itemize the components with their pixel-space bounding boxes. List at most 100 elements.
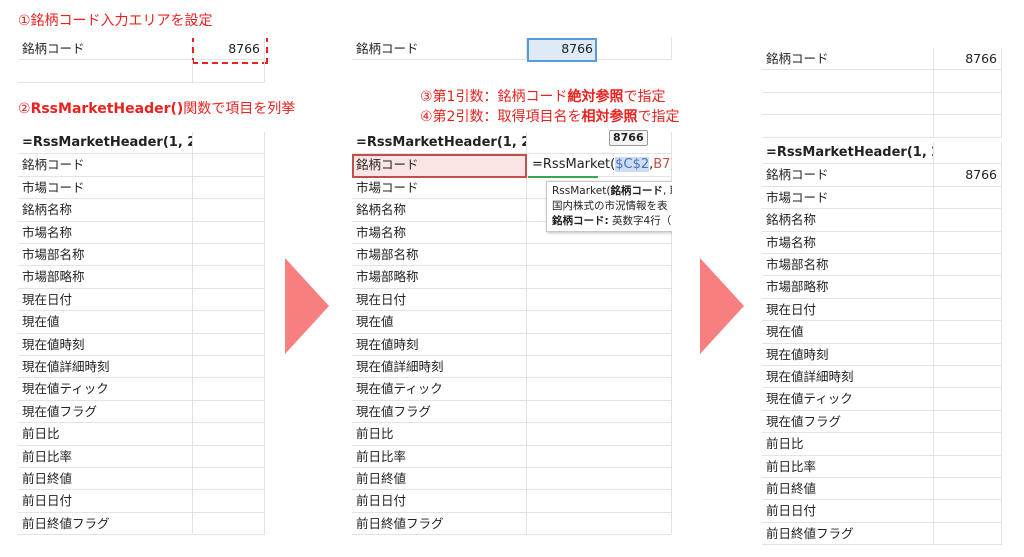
code-label-cell[interactable]: 銘柄コード <box>18 38 193 61</box>
list-item[interactable]: 前日比 <box>18 423 193 446</box>
value-cell[interactable] <box>193 490 265 513</box>
value-cell[interactable] <box>527 423 672 446</box>
header-formula-cell[interactable]: =RssMarketHeader(1, 2) <box>352 132 527 155</box>
blank-cell[interactable] <box>762 115 934 138</box>
blank-cell[interactable] <box>527 132 672 155</box>
value-cell[interactable] <box>934 410 1002 434</box>
value-cell[interactable] <box>934 343 1002 366</box>
list-item[interactable]: 前日終値 <box>18 468 193 491</box>
list-item[interactable]: 前日終値 <box>352 468 527 491</box>
list-item[interactable]: 市場コード <box>18 176 193 200</box>
code-value-cell[interactable]: 8766 <box>527 38 597 60</box>
list-item[interactable]: 現在値 <box>352 311 527 334</box>
list-item[interactable]: 銘柄名称 <box>762 209 934 232</box>
value-cell[interactable] <box>934 433 1002 456</box>
header-formula-cell[interactable]: =RssMarketHeader(1, 2) <box>18 132 193 155</box>
list-item[interactable]: 現在値ティック <box>352 378 527 401</box>
blank-cell[interactable] <box>762 70 934 93</box>
value-cell[interactable] <box>527 490 672 513</box>
value-cell[interactable] <box>527 266 672 289</box>
list-item[interactable]: 現在値 <box>18 311 193 334</box>
list-item[interactable]: 前日比率 <box>18 445 193 468</box>
list-item[interactable]: 前日日付 <box>18 490 193 513</box>
value-cell[interactable] <box>934 500 1002 523</box>
list-item[interactable]: 現在値時刻 <box>18 333 193 356</box>
value-cell[interactable] <box>527 333 672 356</box>
value-cell[interactable] <box>527 512 672 536</box>
list-item[interactable]: 前日終値フラグ <box>18 512 193 536</box>
value-cell[interactable] <box>527 400 672 424</box>
value-cell[interactable] <box>193 311 265 334</box>
list-item[interactable]: 現在値詳細時刻 <box>762 366 934 389</box>
list-item[interactable]: 前日比率 <box>352 445 527 468</box>
value-cell[interactable] <box>193 221 265 244</box>
value-cell[interactable] <box>934 321 1002 344</box>
value-cell[interactable] <box>527 378 672 401</box>
list-item[interactable]: 現在値ティック <box>762 388 934 411</box>
value-cell[interactable] <box>193 445 265 468</box>
value-cell[interactable] <box>934 276 1002 299</box>
list-item[interactable]: 前日終値フラグ <box>352 512 527 536</box>
list-item[interactable]: 前日終値フラグ <box>762 522 934 546</box>
list-item[interactable]: 銘柄コード <box>18 154 193 177</box>
value-cell[interactable] <box>193 468 265 491</box>
blank-cell[interactable] <box>762 92 934 116</box>
value-cell[interactable] <box>934 186 1002 210</box>
list-item[interactable]: 市場部名称 <box>18 244 193 267</box>
list-item[interactable]: 現在日付 <box>762 298 934 322</box>
header-formula-cell[interactable]: =RssMarketHeader(1, 2) <box>762 142 934 165</box>
list-item[interactable]: 市場コード <box>762 186 934 210</box>
list-item[interactable]: 前日比率 <box>762 455 934 478</box>
blank-cell[interactable] <box>934 115 1002 138</box>
value-cell[interactable] <box>193 356 265 379</box>
value-cell[interactable] <box>193 400 265 424</box>
list-item[interactable]: 市場部略称 <box>18 266 193 289</box>
list-item[interactable]: 市場部略称 <box>352 266 527 289</box>
blank-cell[interactable] <box>934 92 1002 116</box>
list-item[interactable]: 市場名称 <box>762 231 934 254</box>
value-cell[interactable] <box>934 366 1002 389</box>
list-item[interactable]: 現在値フラグ <box>762 410 934 434</box>
list-item[interactable]: 前日比 <box>762 433 934 456</box>
list-item[interactable]: 前日日付 <box>762 500 934 523</box>
list-item[interactable]: 市場名称 <box>18 221 193 244</box>
code-label-cell[interactable]: 銘柄コード <box>352 38 527 61</box>
blank-cell[interactable] <box>193 132 265 155</box>
list-item[interactable]: 市場名称 <box>352 221 527 244</box>
value-cell[interactable] <box>193 378 265 401</box>
value-cell[interactable] <box>193 512 265 536</box>
list-item[interactable]: 銘柄コード <box>762 164 934 187</box>
value-cell[interactable] <box>527 311 672 334</box>
value-cell[interactable] <box>193 266 265 289</box>
blank-cell[interactable] <box>193 60 265 83</box>
list-item[interactable]: 現在値ティック <box>18 378 193 401</box>
formula-edit-text[interactable]: =RssMarket($C$2,B7) <box>528 154 672 176</box>
value-cell[interactable] <box>934 478 1002 501</box>
list-item[interactable]: 市場部名称 <box>762 254 934 277</box>
value-cell[interactable] <box>527 244 672 267</box>
list-item[interactable]: 市場部略称 <box>762 276 934 299</box>
value-cell[interactable] <box>193 423 265 446</box>
value-cell[interactable] <box>934 231 1002 254</box>
blank-cell[interactable] <box>934 142 1002 165</box>
value-cell[interactable] <box>934 388 1002 411</box>
code-value-cell[interactable]: 8766 <box>934 48 1002 71</box>
list-item[interactable]: 現在値時刻 <box>352 333 527 356</box>
list-item[interactable]: 前日終値 <box>762 478 934 501</box>
list-item[interactable]: 現在値詳細時刻 <box>352 356 527 379</box>
blank-cell[interactable] <box>597 38 672 61</box>
value-cell[interactable] <box>193 199 265 222</box>
value-cell[interactable] <box>193 288 265 312</box>
code-label-cell[interactable]: 銘柄コード <box>762 48 934 71</box>
list-item[interactable]: 銘柄名称 <box>18 199 193 222</box>
list-item[interactable]: 現在値フラグ <box>352 400 527 424</box>
value-cell[interactable] <box>193 176 265 200</box>
value-cell[interactable]: 8766 <box>934 164 1002 187</box>
value-cell[interactable] <box>934 298 1002 322</box>
list-item[interactable]: 現在値 <box>762 321 934 344</box>
value-cell[interactable] <box>934 522 1002 546</box>
list-item[interactable]: 現在値時刻 <box>762 343 934 366</box>
list-item[interactable]: 現在値フラグ <box>18 400 193 424</box>
value-cell[interactable] <box>527 356 672 379</box>
list-item[interactable]: 銘柄名称 <box>352 199 527 222</box>
